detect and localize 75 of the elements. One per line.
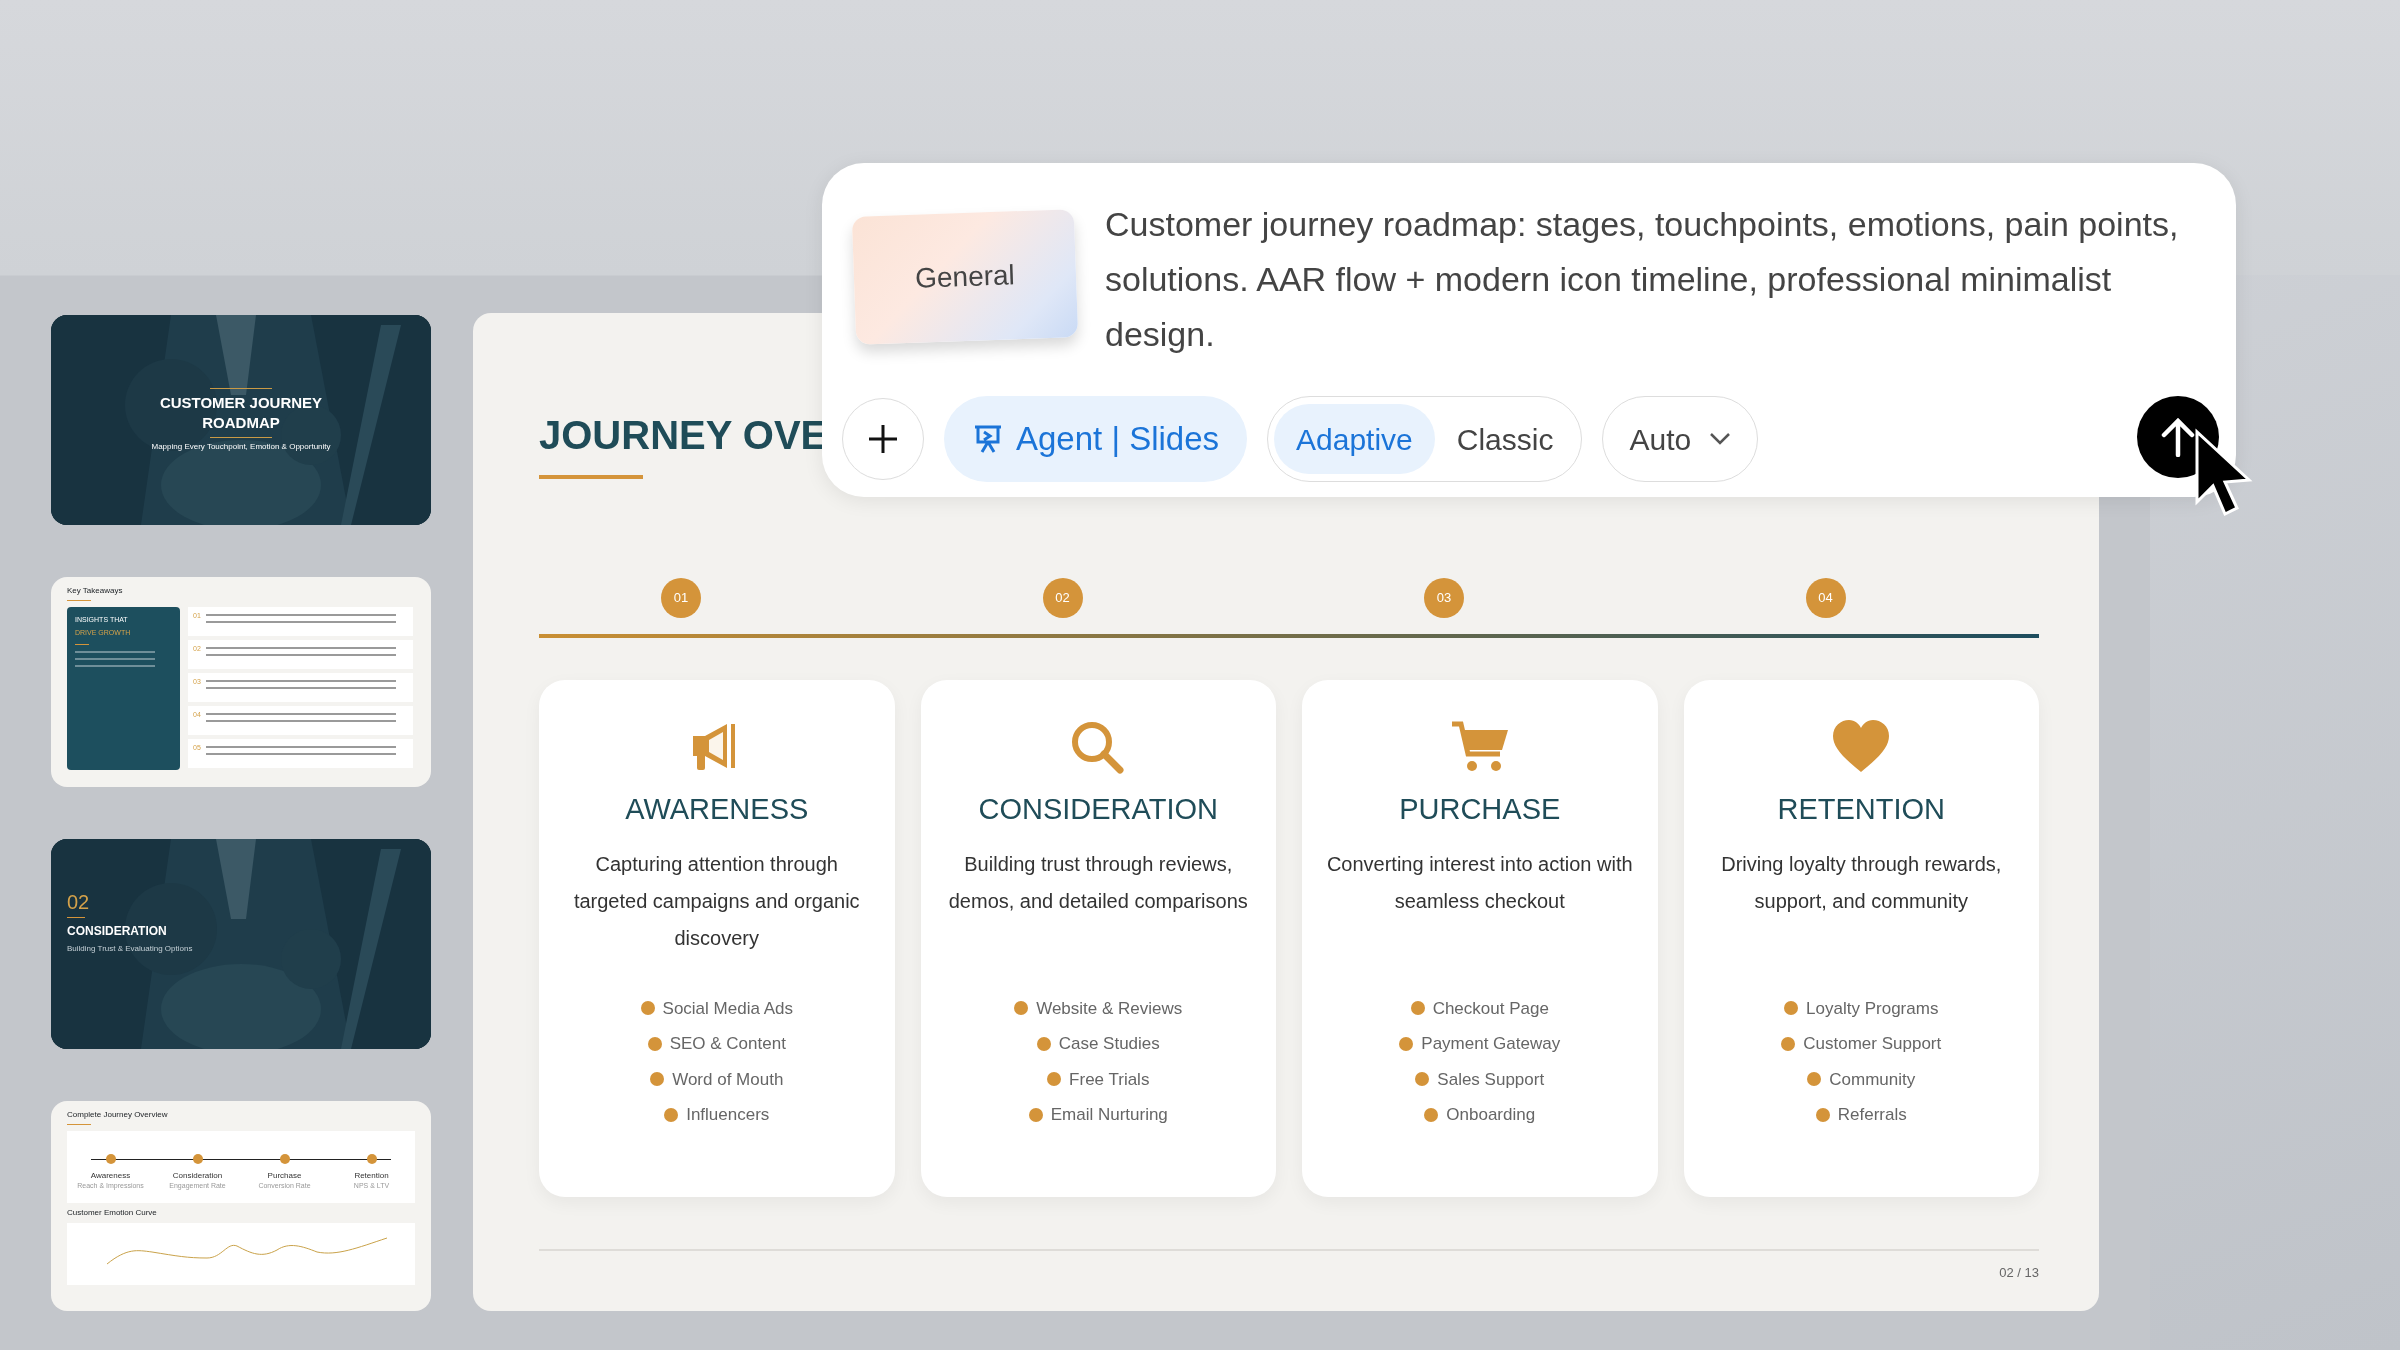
stage-description: Building trust through reviews, demos, and detailed comparisons <box>947 851 1249 914</box>
slide-thumbnail[interactable]: 02 CONSIDERATION Building Trust & Evaluating Options <box>51 839 431 1049</box>
bullet-icon <box>1014 1001 1029 1016</box>
stage-description: Driving loyalty through rewards, support, and community <box>1720 851 2003 914</box>
touchpoint-label: Website & Reviews <box>1036 997 1183 1020</box>
stage-title: AWARENESS <box>624 792 810 827</box>
stage-description: Capturing attention through targeted campaigns and organic discovery <box>572 851 861 951</box>
bullet-icon <box>1424 1107 1439 1122</box>
chevron-down-icon <box>1709 432 1732 446</box>
slide-subtitle: Mapping Every Touchpoint, Emotion & Opportunity <box>151 442 331 452</box>
slide-subtitle: Building Trust & Evaluating Options <box>67 944 194 954</box>
agent-button[interactable]: Agent | Slides <box>944 396 1248 482</box>
stage-title: RETENTION <box>1776 792 1947 827</box>
step-number: 04 <box>1805 578 1846 618</box>
stage-title: CONSIDERATION <box>977 792 1219 827</box>
stage-label: Purchase <box>266 1171 303 1181</box>
bullet-icon <box>1815 1107 1830 1122</box>
bullet-icon <box>647 1036 662 1051</box>
stage-label: Retention <box>353 1171 390 1181</box>
stage-title: PURCHASE <box>1398 792 1562 827</box>
bullet-icon <box>1415 1072 1430 1087</box>
touchpoint-label: Influencers <box>686 1104 770 1126</box>
touchpoint-label: Loyalty Programs <box>1806 997 1939 1020</box>
prompt-text: Customer journey roadmap: stages, touchpoints, emotions, pain points, solutions. AAR flow + modern icon timeline, professional minimalist design. <box>1105 204 2180 355</box>
touchpoint-label: Email Nurturing <box>1050 1104 1168 1126</box>
bullet-icon <box>1047 1072 1062 1087</box>
model-dropdown[interactable]: Auto <box>1602 396 1759 482</box>
touchpoint-label: Referrals <box>1837 1104 1907 1126</box>
touchpoint-label: Free Trials <box>1069 1068 1150 1091</box>
page-number: 02 / 13 <box>1998 1264 2039 1282</box>
category-tag[interactable]: General <box>851 209 1079 345</box>
bullet-icon <box>1399 1036 1414 1051</box>
touchpoint-label: Payment Gateway <box>1421 1033 1561 1055</box>
slide-thumbnail[interactable]: CUSTOMER JOURNEY ROADMAP Mapping Every Touchpoint, Emotion & Opportunity <box>51 315 431 525</box>
mode-tab[interactable]: Adaptive <box>1274 404 1435 474</box>
touchpoint-label: Word of Mouth <box>672 1068 784 1091</box>
stage-label: Consideration <box>171 1171 224 1181</box>
plus-icon <box>867 423 899 455</box>
slide-title: CUSTOMER JOURNEY <box>159 393 323 413</box>
step-number: 03 <box>1424 578 1464 618</box>
stage-dot-icon <box>279 1154 290 1164</box>
touchpoint-label: Social Media Ads <box>662 997 793 1020</box>
presentation-icon <box>972 423 1004 455</box>
stage-dot-icon <box>105 1154 116 1164</box>
touchpoint-label: Onboarding <box>1446 1104 1536 1126</box>
stage-dot-icon <box>192 1154 203 1164</box>
slide-title: Complete Journey Overview <box>67 1109 169 1121</box>
slide-title: ROADMAP <box>202 413 280 433</box>
touchpoint-label: SEO & Content <box>669 1033 786 1055</box>
slide-title: Key Takeaways <box>67 585 124 597</box>
touchpoint-label: Sales Support <box>1437 1068 1545 1091</box>
bullet-icon <box>1028 1107 1043 1122</box>
bullet-icon <box>650 1072 665 1087</box>
touchpoint-label: Case Studies <box>1058 1033 1160 1055</box>
bullet-icon <box>1784 1001 1799 1016</box>
mode-tab[interactable]: Classic <box>1434 404 1576 474</box>
stage-label: Awareness <box>89 1171 132 1181</box>
bullet-icon <box>664 1107 679 1122</box>
bullet-icon <box>1807 1072 1822 1087</box>
touchpoint-label: Checkout Page <box>1432 997 1549 1020</box>
bullet-icon <box>1781 1036 1796 1051</box>
stage-dot-icon <box>366 1154 377 1164</box>
slide-heading: JOURNEY OVE <box>539 412 828 459</box>
bullet-icon <box>1036 1036 1051 1051</box>
bullet-icon <box>640 1001 655 1016</box>
bullet-icon <box>1410 1001 1425 1016</box>
slide-title: CONSIDERATION <box>67 923 168 940</box>
touchpoint-label: Customer Support <box>1803 1033 1942 1055</box>
section-number: 02 <box>67 891 91 913</box>
touchpoint-label: Community <box>1829 1068 1916 1091</box>
step-number: 02 <box>1042 578 1083 618</box>
stage-description: Converting interest into action with seamless checkout <box>1325 851 1634 914</box>
step-number: 01 <box>661 578 701 618</box>
arrow-up-icon <box>2160 417 2196 457</box>
chart-title: Customer Emotion Curve <box>67 1207 158 1219</box>
